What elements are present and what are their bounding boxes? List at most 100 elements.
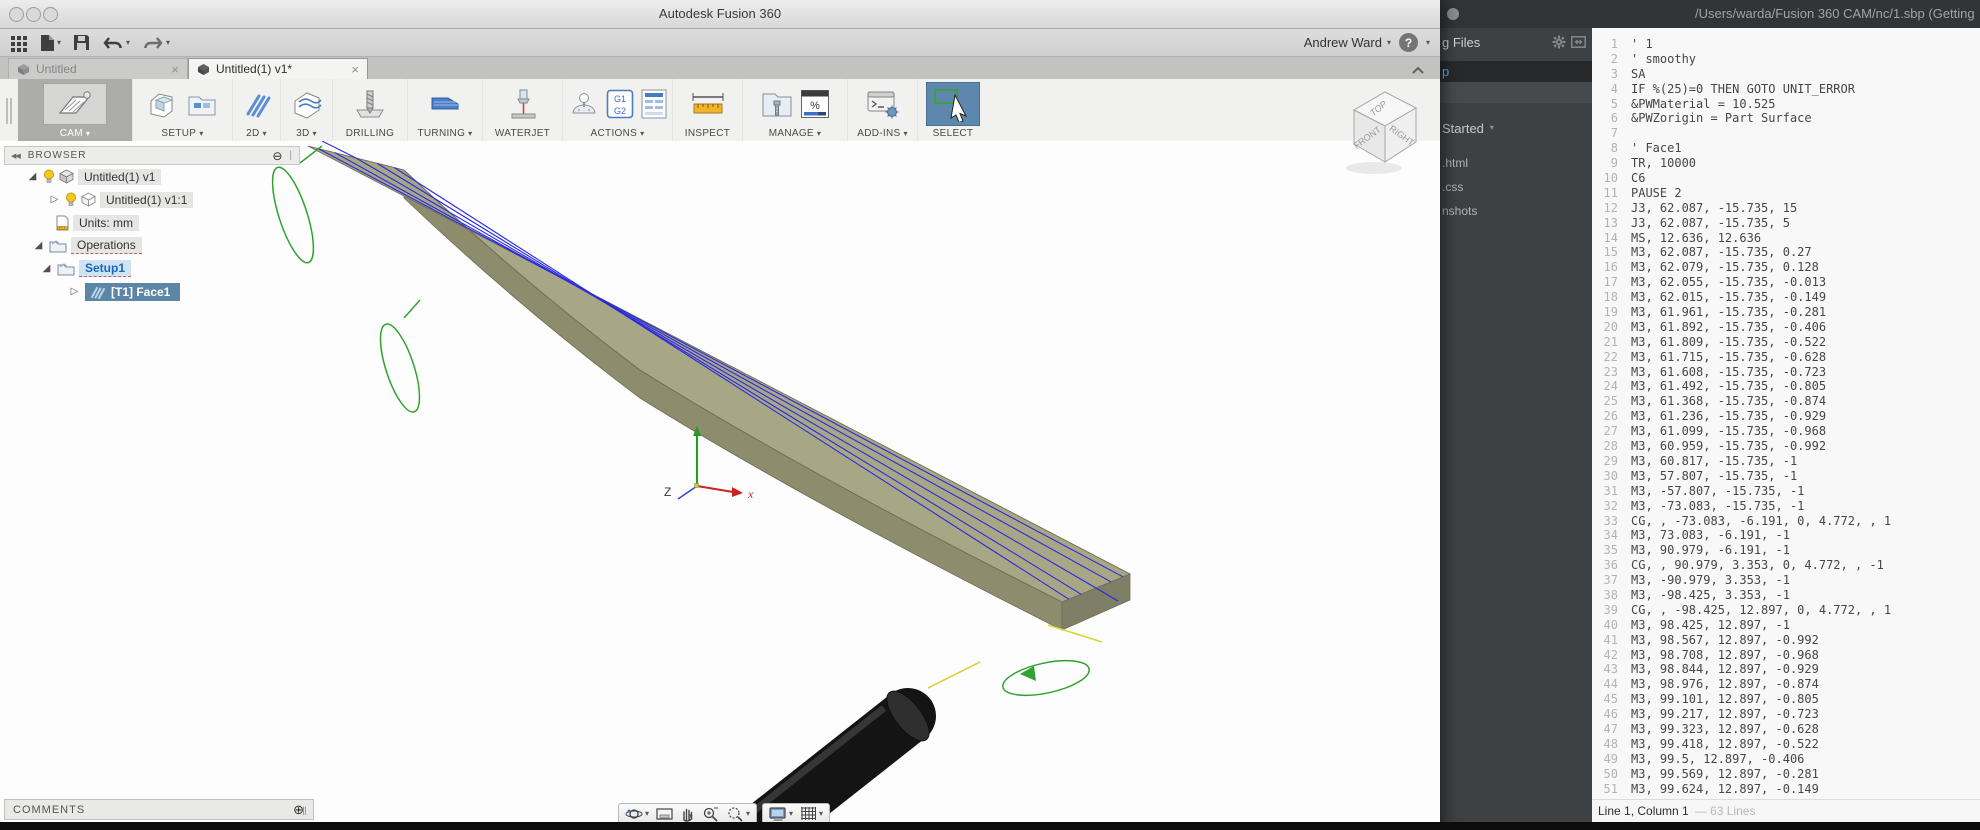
file-tree-item[interactable]: nshots: [1440, 199, 1592, 223]
tab-label: Untitled(1) v1*: [216, 62, 293, 76]
save-button[interactable]: [73, 34, 90, 51]
ribbon-group-turning[interactable]: TURNING ▾: [408, 79, 483, 142]
code-lines[interactable]: 1 ' 1 2 ' smoothy 3 SA 4 IF %(25)=0 THEN GOTO U…: [1592, 28, 1980, 796]
comments-bar[interactable]: COMMENTS ⊕: [4, 799, 314, 820]
user-menu[interactable]: Andrew Ward ▾: [1304, 35, 1391, 50]
collapse-toolbar-chevron-icon[interactable]: [1410, 65, 1426, 75]
ribbon-group-manage[interactable]: % MANAGE ▾: [743, 79, 848, 142]
orbit-button[interactable]: ▾: [625, 806, 649, 822]
grid-settings-button[interactable]: ▾: [800, 806, 823, 822]
browser-title: BROWSER: [27, 150, 87, 161]
tree-item-units[interactable]: Units: mm: [4, 211, 300, 234]
collapsed-triangle-icon[interactable]: ▷: [68, 286, 81, 297]
zoom-button[interactable]: [702, 806, 719, 822]
tab-untitled-1-v1[interactable]: Untitled(1) v1* ×: [188, 58, 368, 79]
turning-icon[interactable]: [428, 90, 462, 118]
close-window-button[interactable]: [9, 7, 24, 22]
code-line: 17 M3, 62.055, -15.735, -0.013: [1603, 275, 1827, 290]
comments-grip[interactable]: ‖: [302, 804, 307, 818]
editor-titlebar: /Users/warda/Fusion 360 CAM/nc/1.sbp (Ge…: [1440, 0, 1980, 28]
collapse-panel-icon[interactable]: ◀◀: [11, 152, 21, 160]
expand-triangle-icon[interactable]: ◢: [26, 171, 39, 182]
ribbon-group-3d[interactable]: 3D ▾: [281, 79, 333, 142]
tree-item-operations[interactable]: ◢ Operations: [4, 234, 300, 257]
undo-button[interactable]: ▾: [102, 35, 130, 51]
post-process-icon[interactable]: G1G2: [606, 89, 634, 119]
3d-viewport[interactable]: x Z ◀◀ BROWSER ⊖ | ◢ Untitled(1) v1 ▷ Un…: [0, 141, 1440, 822]
expand-triangle-icon[interactable]: ◢: [40, 263, 53, 274]
code-line: 51 M3, 99.624, 12.897, -0.149: [1603, 781, 1819, 796]
visibility-bulb-icon[interactable]: [43, 169, 55, 184]
collapsed-triangle-icon[interactable]: ▷: [48, 194, 61, 205]
ribbon-group-2d[interactable]: 2D ▾: [233, 79, 281, 142]
split-view-icon[interactable]: [1571, 36, 1586, 48]
code-line: 21 M3, 61.809, -15.735, -0.522: [1603, 334, 1827, 349]
ribbon-group-add-ins[interactable]: ADD-INS ▾: [848, 79, 918, 142]
3d-milling-icon[interactable]: [291, 89, 323, 119]
zoom-window-button[interactable]: [43, 7, 58, 22]
redo-button[interactable]: ▾: [142, 35, 170, 51]
tab-close-icon[interactable]: ×: [351, 62, 359, 77]
minimize-window-button[interactable]: [26, 7, 41, 22]
tree-item-setup1[interactable]: ◢ Setup1: [4, 257, 300, 280]
panel-grip[interactable]: |: [289, 150, 293, 161]
ribbon-group-drilling[interactable]: DRILLING: [333, 79, 408, 142]
workspace-cam-menu[interactable]: CAM ▾: [18, 79, 133, 142]
browser-header[interactable]: ◀◀ BROWSER ⊖ |: [4, 146, 300, 165]
quick-access-toolbar: ▾ ▾ ▾ Andrew Ward ▾ ? ▾: [0, 29, 1440, 57]
display-settings-button[interactable]: ▾: [769, 806, 793, 822]
feeds-speeds-icon[interactable]: %: [800, 89, 830, 119]
file-tree-item[interactable]: .html: [1440, 151, 1592, 175]
scripts-addins-icon[interactable]: [866, 89, 900, 119]
group-label: INSPECT: [684, 128, 731, 139]
document-cube-icon: [198, 63, 209, 75]
file-menu-button[interactable]: ▾: [40, 34, 61, 52]
caret-icon: ▾: [640, 128, 645, 138]
expand-triangle-icon[interactable]: ◢: [32, 240, 45, 251]
selected-operation[interactable]: [T1] Face1: [85, 282, 181, 301]
project-dropdown[interactable]: Started ▾: [1440, 118, 1592, 138]
minimize-panel-icon[interactable]: ⊖: [272, 149, 283, 163]
look-at-button[interactable]: [656, 807, 673, 821]
tool-library-icon[interactable]: [761, 88, 793, 120]
file-tree-item[interactable]: .css: [1440, 175, 1592, 199]
code-line: 46 M3, 99.217, 12.897, -0.723: [1603, 707, 1819, 722]
folder-setup-icon[interactable]: [187, 89, 217, 119]
editor-close-button[interactable]: [1447, 8, 1459, 20]
fit-button[interactable]: ▾: [726, 806, 750, 822]
code-line: 50 M3, 99.569, 12.897, -0.281: [1603, 766, 1819, 781]
new-setup-icon[interactable]: [148, 89, 180, 119]
toolbar-grip[interactable]: [0, 79, 18, 142]
help-button[interactable]: ?: [1398, 33, 1418, 52]
code-line: 3 SA: [1610, 66, 1646, 81]
tree-item-root[interactable]: ◢ Untitled(1) v1: [4, 165, 300, 188]
editor-main[interactable]: 1 ' 1 2 ' smoothy 3 SA 4 IF %(25)=0 THEN GOTO U…: [1592, 28, 1980, 822]
tree-item-face1[interactable]: ▷ [T1] Face1: [4, 280, 300, 303]
tab-label: Untitled: [36, 62, 77, 76]
code-line: 5 &PWMaterial = 10.525: [1610, 96, 1776, 111]
view-cube[interactable]: TOP FRONT RIGHT: [1340, 84, 1430, 176]
drill-icon[interactable]: [353, 88, 387, 120]
code-line: 24 M3, 61.492, -15.735, -0.805: [1603, 379, 1827, 394]
measure-ruler-icon[interactable]: [690, 90, 726, 118]
visibility-bulb-icon[interactable]: [65, 192, 77, 207]
app-grid-icon[interactable]: [10, 34, 28, 52]
working-file-item[interactable]: [1440, 82, 1592, 103]
tree-item-component[interactable]: ▷ Untitled(1) v1:1: [4, 188, 300, 211]
code-line: 44 M3, 98.976, 12.897, -0.874: [1603, 677, 1819, 692]
simulate-icon[interactable]: [569, 89, 599, 119]
ribbon-group-actions[interactable]: G1 G2 ACTIONS ▾: [563, 79, 673, 142]
waterjet-icon[interactable]: [508, 88, 538, 120]
setup-sheet-icon[interactable]: [641, 89, 667, 119]
ribbon-group-inspect[interactable]: INSPECT: [673, 79, 743, 142]
ribbon-group-waterjet[interactable]: WATERJET: [483, 79, 563, 142]
gear-icon[interactable]: [1552, 35, 1566, 49]
2d-milling-icon[interactable]: [242, 89, 272, 119]
pan-button[interactable]: [680, 806, 695, 822]
code-line: 10 C6: [1603, 171, 1646, 186]
tab-close-icon[interactable]: ×: [171, 62, 179, 77]
ribbon-group-setup[interactable]: SETUP ▾: [133, 79, 233, 142]
ribbon-group-select[interactable]: SELECT: [918, 79, 988, 142]
working-file-active[interactable]: p: [1440, 61, 1592, 82]
tab-untitled[interactable]: Untitled ×: [8, 58, 188, 79]
